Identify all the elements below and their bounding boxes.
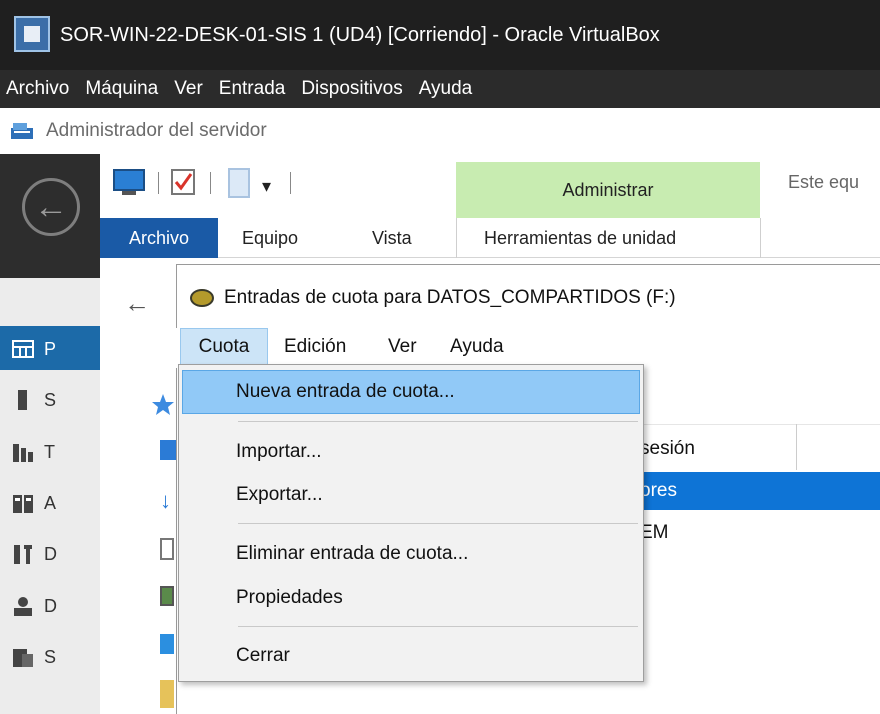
nav-item-dns[interactable]: D [12,535,92,573]
menu-separator [238,523,638,524]
quick-access-dropdown-icon[interactable]: ▾ [262,176,271,197]
menu-edicion[interactable]: Edición [284,328,346,366]
menu-item-label: Cerrar [236,645,290,666]
menu-label: Ver [388,336,417,357]
quick-access-star-icon[interactable] [150,392,176,418]
menu-item-label: Propiedades [236,587,343,608]
menu-item-cerrar[interactable]: Cerrar [236,637,290,675]
context-tab-group-admin: Administrar [456,162,760,218]
menu-item-importar[interactable]: Importar... [236,433,322,471]
pictures-icon[interactable] [160,586,174,606]
nav-item-local-server[interactable]: S [12,381,92,419]
server-manager-title-bar: Administrador del servidor [0,108,880,154]
nav-item-label: P [44,338,57,359]
location-text: Este equ [788,172,860,192]
quota-window-title: Entradas de cuota para DATOS_COMPARTIDOS… [224,287,676,308]
vbox-menu-dispositivos[interactable]: Dispositivos [301,78,402,100]
menu-label: Cuota [198,336,250,357]
documents-icon[interactable] [160,538,174,560]
dashboard-icon [12,340,34,358]
tools-icon [14,545,32,564]
vbox-menu-ver[interactable]: Ver [174,78,203,100]
menu-item-propiedades[interactable]: Propiedades [236,579,343,617]
disk-quota-icon [190,289,214,307]
downloads-icon[interactable]: ↓ [160,488,174,513]
nav-item-label: D [44,543,57,564]
nav-item-label: S [44,646,57,667]
quota-menu-bar [176,328,880,368]
tab-equipo[interactable]: Equipo [242,218,298,258]
menu-separator [238,626,638,627]
virtualbox-logo-icon [14,16,50,52]
tab-label: Archivo [128,227,190,248]
vbox-window-title: SOR-WIN-22-DESK-01-SIS 1 (UD4) [Corriend… [60,23,660,46]
toolbar-separator [290,172,291,194]
nav-item-storage[interactable]: S [12,638,92,676]
menu-ver[interactable]: Ver [388,328,417,366]
tab-archivo[interactable]: Archivo [100,218,218,258]
file-services-icon [13,649,33,667]
menu-label: Ayuda [450,336,504,357]
folder-icon[interactable] [160,680,174,708]
nav-item-ad[interactable]: A [12,484,92,522]
menu-item-label: Exportar... [236,484,323,505]
table-cell: EM [640,522,669,543]
vbox-menu-bar: Archivo Máquina Ver Entrada Dispositivos… [0,70,880,108]
menu-ayuda[interactable]: Ayuda [450,328,504,366]
properties-check-icon[interactable] [170,168,198,196]
divider [760,218,761,258]
explorer-back-icon[interactable]: ← [124,288,150,319]
menu-item-label: Nueva entrada de cuota... [236,381,455,402]
servers-icon [13,444,33,462]
toolbar-separator [158,172,159,194]
directory-icon [13,495,33,513]
nav-item-all-servers[interactable]: T [12,433,92,471]
new-folder-icon[interactable] [228,168,250,198]
context-tab-header: Administrar [562,179,654,200]
vbox-menu-maquina[interactable]: Máquina [85,78,158,100]
vbox-menu-archivo[interactable]: Archivo [6,78,69,100]
windows-icon[interactable] [160,634,174,654]
table-cell: ores [640,480,677,501]
nav-item-label: A [44,492,57,513]
toolbar-separator [210,172,211,194]
list-header-border [640,424,880,425]
server-manager-title: Administrador del servidor [46,120,267,141]
tab-label: Herramientas de unidad [484,227,677,248]
desktop-icon[interactable] [160,440,176,460]
server-manager-icon [11,123,33,139]
users-icon [14,597,32,616]
menu-item-eliminar[interactable]: Eliminar entrada de cuota... [236,535,468,573]
menu-separator [238,421,638,422]
menu-item-nueva-entrada[interactable]: Nueva entrada de cuota... [236,373,455,411]
vbox-menu-entrada[interactable]: Entrada [219,78,286,100]
column-separator[interactable] [796,424,797,470]
column-header-logon-name[interactable]: sesión [640,438,695,460]
nav-item-panel[interactable]: P [12,330,92,368]
nav-item-label: T [44,441,55,462]
nav-item-label: D [44,595,57,616]
vbox-title-bar: SOR-WIN-22-DESK-01-SIS 1 (UD4) [Corriend… [0,0,880,70]
menu-item-exportar[interactable]: Exportar... [236,476,323,514]
nav-item-label: S [44,389,57,410]
menu-cuota[interactable]: Cuota [180,328,268,366]
divider [456,218,457,258]
menu-item-label: Eliminar entrada de cuota... [236,543,469,564]
tab-herramientas-de-unidad[interactable]: Herramientas de unidad [484,218,676,258]
nav-item-dhcp[interactable]: D [12,587,92,625]
quota-window-title-bar: Entradas de cuota para DATOS_COMPARTIDOS… [190,280,676,316]
server-icon [18,390,27,410]
tab-vista[interactable]: Vista [372,218,412,258]
computer-icon[interactable] [112,168,146,198]
tab-label: Vista [372,227,412,248]
menu-label: Edición [284,336,347,357]
back-arrow-icon[interactable]: ← [22,178,80,236]
menu-item-label: Importar... [236,441,322,462]
tab-label: Equipo [242,227,299,248]
vbox-menu-ayuda[interactable]: Ayuda [419,78,473,100]
